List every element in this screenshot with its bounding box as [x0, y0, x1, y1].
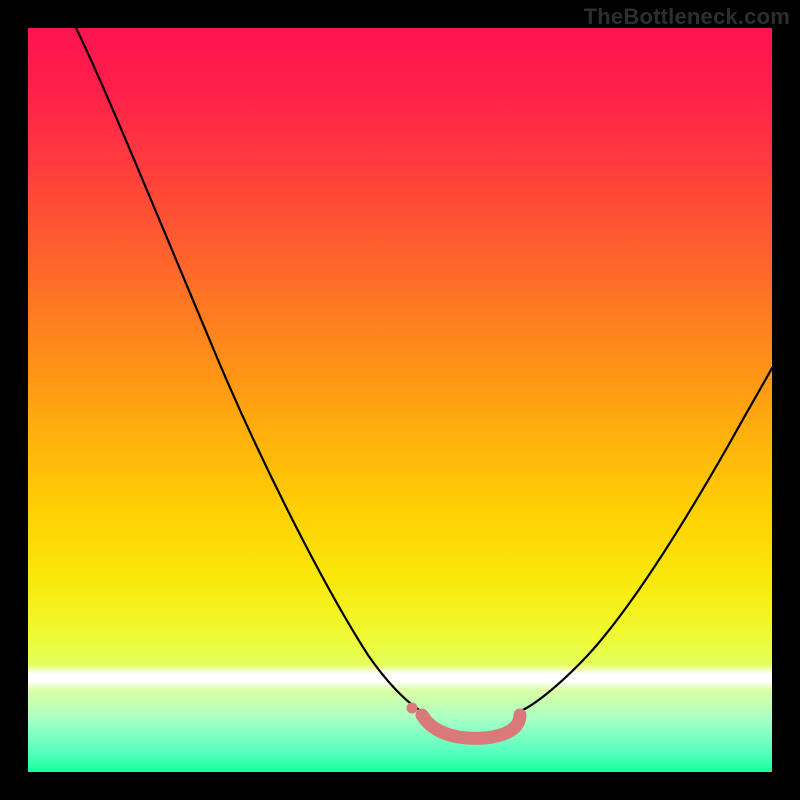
watermark-text: TheBottleneck.com — [584, 4, 790, 30]
gradient-background — [28, 28, 772, 772]
plot-area — [28, 28, 772, 772]
outer-frame: TheBottleneck.com — [0, 0, 800, 800]
